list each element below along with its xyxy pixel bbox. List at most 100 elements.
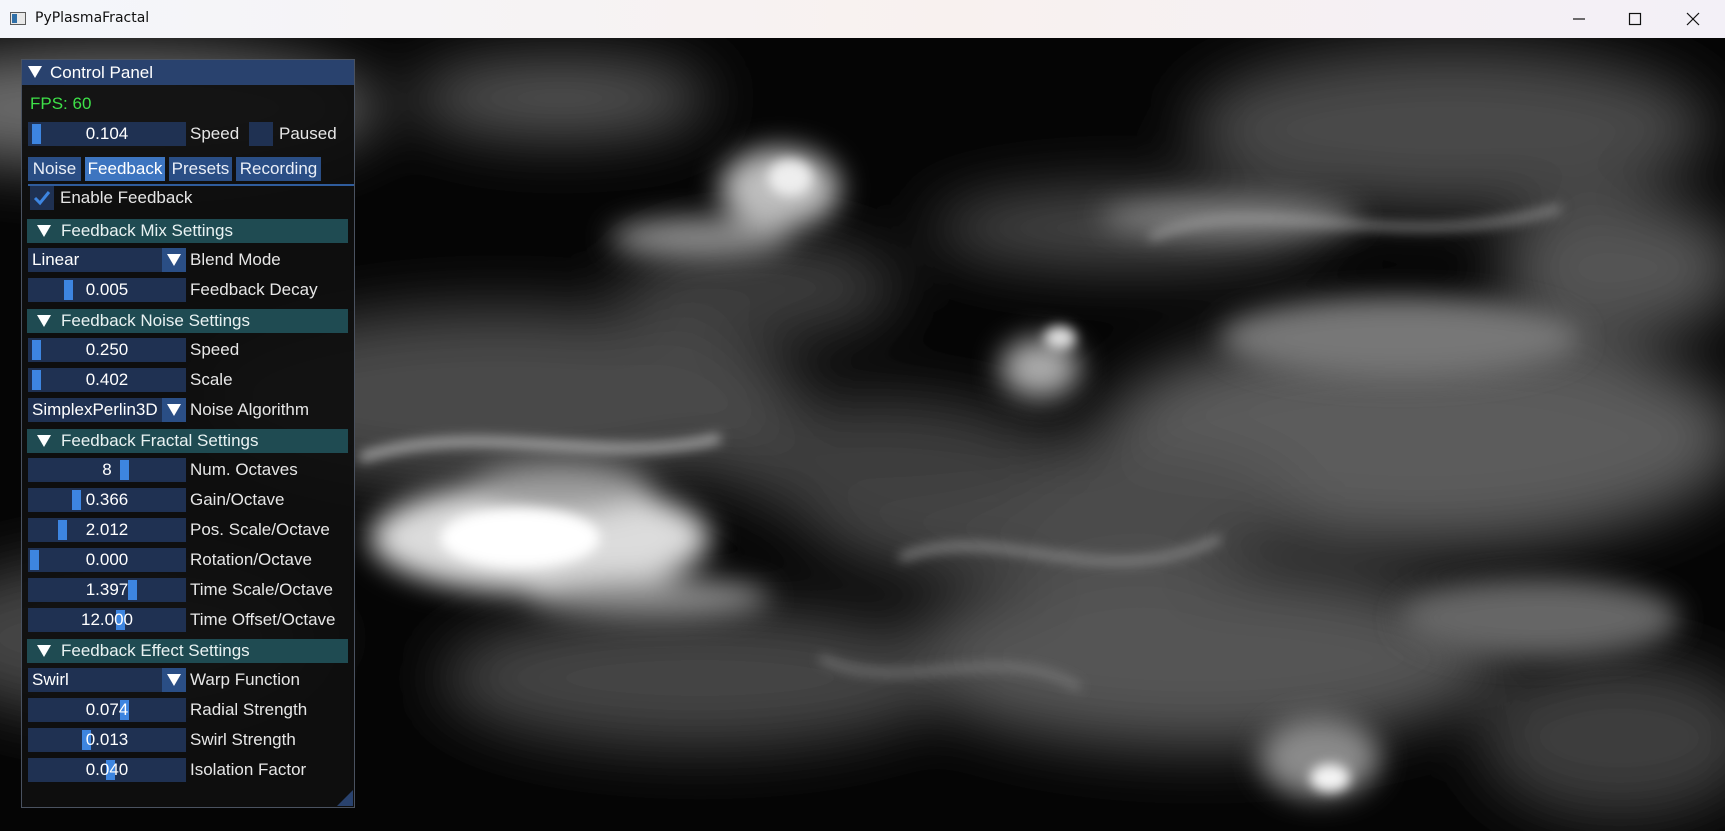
maximize-button[interactable] [1607,0,1663,38]
noise-speed-row: 0.250 Speed [28,338,354,364]
pos-scale-octave-slider[interactable]: 2.012 [28,518,186,542]
speed-row: 0.104 Speed Paused [28,122,354,148]
rotation-octave-label: Rotation/Octave [190,550,312,569]
warp-function-label: Warp Function [190,670,300,689]
slider-value: 8 [102,460,112,479]
rotation-octave-row: 0.000 Rotation/Octave [28,548,354,574]
time-offset-octave-row: 12.000 Time Offset/Octave [28,608,354,634]
warp-function-dropdown[interactable]: Swirl [28,668,186,692]
dropdown-value: Linear [32,250,80,269]
tab-recording[interactable]: Recording [236,157,321,181]
slider-value: 0.104 [85,124,129,143]
radial-strength-slider[interactable]: 0.074 [28,698,186,722]
maximize-icon [1628,12,1642,26]
speed-label: Speed [190,124,240,143]
noise-scale-slider[interactable]: 0.402 [28,368,186,392]
tab-noise[interactable]: Noise [28,157,81,181]
minimize-icon [1573,18,1585,20]
dropdown-arrow[interactable] [162,668,186,692]
blend-mode-dropdown[interactable]: Linear [28,248,186,272]
collapse-arrow-icon [37,225,51,237]
blend-mode-label: Blend Mode [190,250,281,269]
dropdown-value: SimplexPerlin3D [32,400,158,419]
num-octaves-slider[interactable]: 8 [28,458,186,482]
window-title: PyPlasmaFractal [35,10,150,26]
enable-feedback-checkbox[interactable] [30,186,54,210]
section-title: Feedback Mix Settings [61,221,233,240]
noise-speed-label: Speed [190,340,240,359]
resize-grip[interactable] [337,790,353,806]
noise-algorithm-label: Noise Algorithm [190,400,310,419]
slider-value: 0.250 [85,340,129,359]
pos-scale-octave-row: 2.012 Pos. Scale/Octave [28,518,354,544]
slider-value: 0.040 [85,760,129,779]
slider-value: 0.402 [85,370,129,389]
time-scale-octave-label: Time Scale/Octave [190,580,333,599]
window-title-bar: PyPlasmaFractal [0,0,1725,39]
section-title: Feedback Effect Settings [61,641,250,660]
enable-feedback-row: Enable Feedback [28,185,354,211]
time-scale-octave-slider[interactable]: 1.397 [28,578,186,602]
time-scale-octave-row: 1.397 Time Scale/Octave [28,578,354,604]
isolation-factor-slider[interactable]: 0.040 [28,758,186,782]
noise-algorithm-dropdown[interactable]: SimplexPerlin3D [28,398,186,422]
speed-slider[interactable]: 0.104 [28,122,186,146]
collapse-arrow-icon [28,66,42,78]
collapse-arrow-icon [37,435,51,447]
slider-value: 0.013 [85,730,129,749]
dropdown-arrow[interactable] [162,248,186,272]
close-icon [1686,12,1700,26]
swirl-strength-label: Swirl Strength [190,730,296,749]
tab-bar: Noise Feedback Presets Recording [28,157,354,186]
enable-feedback-label: Enable Feedback [60,188,193,207]
section-title: Feedback Fractal Settings [61,431,259,450]
noise-scale-row: 0.402 Scale [28,368,354,394]
feedback-decay-row: 0.005 Feedback Decay [28,278,354,304]
slider-value: 0.366 [85,490,129,509]
chevron-down-icon [167,254,181,266]
swirl-strength-slider[interactable]: 0.013 [28,728,186,752]
swirl-strength-row: 0.013 Swirl Strength [28,728,354,754]
slider-value: 0.074 [85,700,129,719]
slider-value: 12.000 [81,610,133,629]
slider-value: 0.000 [85,550,129,569]
chevron-down-icon [167,404,181,416]
radial-strength-label: Radial Strength [190,700,308,719]
collapse-arrow-icon [37,315,51,327]
gain-octave-slider[interactable]: 0.366 [28,488,186,512]
section-feedback-effect[interactable]: Feedback Effect Settings [27,639,348,663]
rotation-octave-slider[interactable]: 0.000 [28,548,186,572]
gain-octave-row: 0.366 Gain/Octave [28,488,354,514]
close-button[interactable] [1665,0,1721,38]
control-panel-header[interactable]: Control Panel [22,60,354,85]
gain-octave-label: Gain/Octave [190,490,285,509]
minimize-button[interactable] [1551,0,1607,38]
time-offset-octave-label: Time Offset/Octave [190,610,336,629]
radial-strength-row: 0.074 Radial Strength [28,698,354,724]
section-feedback-mix[interactable]: Feedback Mix Settings [27,219,348,243]
dropdown-arrow[interactable] [162,398,186,422]
feedback-decay-slider[interactable]: 0.005 [28,278,186,302]
noise-scale-label: Scale [190,370,233,389]
noise-speed-slider[interactable]: 0.250 [28,338,186,362]
tab-presets[interactable]: Presets [169,157,232,181]
tab-feedback[interactable]: Feedback [85,157,165,181]
dropdown-value: Swirl [32,670,69,689]
slider-value: 1.397 [85,580,129,599]
num-octaves-row: 8 Num. Octaves [28,458,354,484]
chevron-down-icon [167,674,181,686]
fps-counter: FPS: 60 [30,94,92,113]
control-panel[interactable]: Control Panel FPS: 60 0.104 Speed Paused… [21,59,355,808]
time-offset-octave-slider[interactable]: 12.000 [28,608,186,632]
section-feedback-noise[interactable]: Feedback Noise Settings [27,309,348,333]
warp-function-row: Swirl Warp Function [28,668,354,694]
blend-mode-row: Linear Blend Mode [28,248,354,274]
paused-label: Paused [279,124,337,143]
section-feedback-fractal[interactable]: Feedback Fractal Settings [27,429,348,453]
paused-checkbox[interactable] [249,122,273,146]
isolation-factor-row: 0.040 Isolation Factor [28,758,354,784]
control-panel-title: Control Panel [50,63,154,82]
noise-algorithm-row: SimplexPerlin3D Noise Algorithm [28,398,354,424]
section-title: Feedback Noise Settings [61,311,250,330]
app-icon [10,12,26,25]
